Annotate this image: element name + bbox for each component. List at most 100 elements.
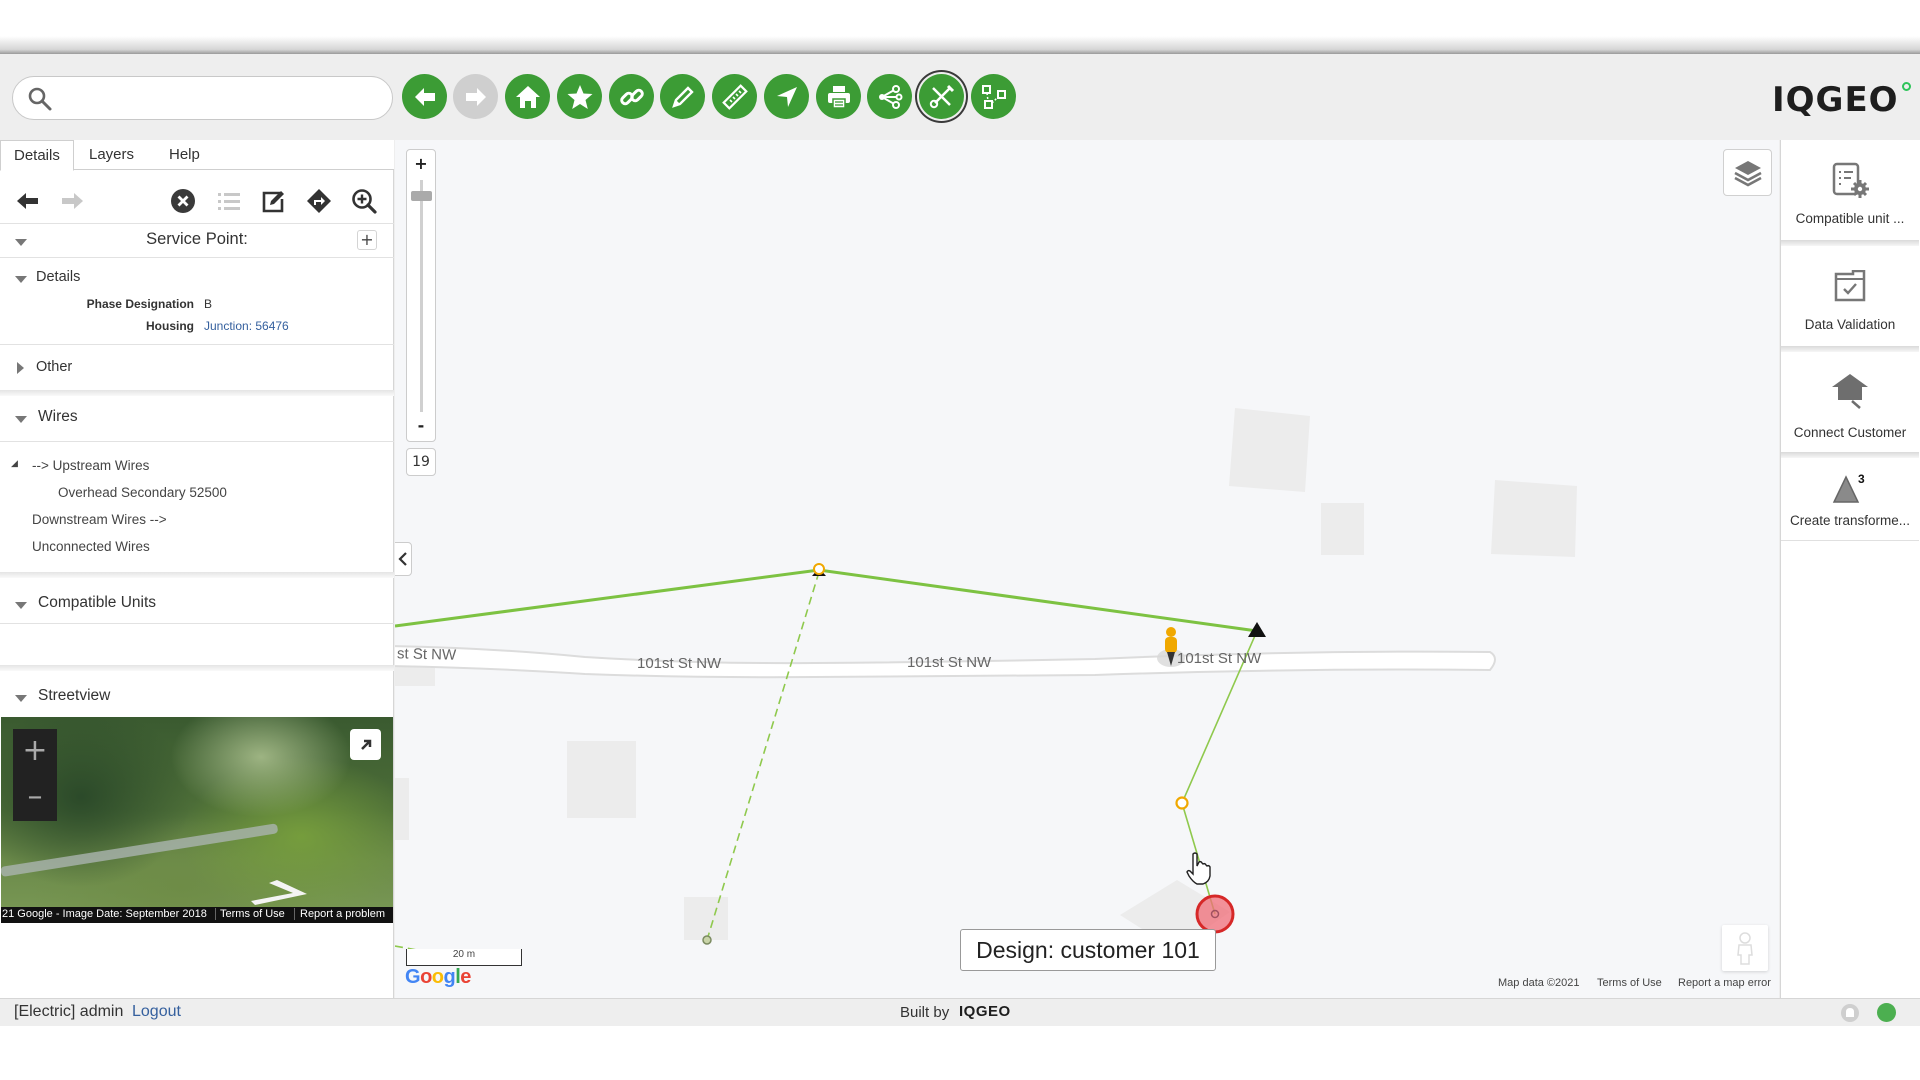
star-icon <box>567 84 592 109</box>
home-button[interactable] <box>505 74 550 119</box>
zoom-out-button[interactable]: - <box>407 412 435 440</box>
network-button[interactable] <box>971 74 1016 119</box>
upstream-wires-node[interactable]: --> Upstream Wires <box>32 458 149 473</box>
list-icon <box>218 193 240 210</box>
connect-customer-label: Connect Customer <box>1793 425 1907 440</box>
search-icon <box>28 87 52 111</box>
zoom-in-button[interactable]: + <box>407 150 435 178</box>
search-box[interactable] <box>12 76 393 120</box>
link-button[interactable] <box>609 74 654 119</box>
divider <box>0 441 394 442</box>
home-icon <box>515 85 540 108</box>
create-transformer-button[interactable]: 3 Create transforme... <box>1781 458 1919 540</box>
streetview-image[interactable]: + – Google 21 Google - Image Date: Septe… <box>1 717 393 923</box>
data-validation-button[interactable]: Data Validation <box>1781 246 1919 346</box>
streetview-terms-link[interactable]: Terms of Use <box>215 908 285 920</box>
chevron-left-icon <box>397 552 407 566</box>
collapse-panel-button[interactable] <box>395 542 412 576</box>
bookmarks-button[interactable] <box>557 74 602 119</box>
zoom-to-feature-button[interactable] <box>349 186 379 216</box>
directions-button[interactable] <box>304 186 334 216</box>
share-nodes-icon <box>878 84 902 109</box>
streetview-attribution-bar: 21 Google - Image Date: September 2018 T… <box>1 907 393 923</box>
compatible-units-label: Compatible Units <box>38 594 157 611</box>
streetview-zoom-in-button[interactable]: + <box>13 729 57 775</box>
printer-icon <box>827 85 850 109</box>
unconnected-wires-node[interactable]: Unconnected Wires <box>32 539 150 554</box>
streetview-navigation-arrow[interactable] <box>249 879 309 905</box>
forward-button[interactable] <box>453 74 498 119</box>
arrow-right-icon <box>465 87 486 106</box>
street-label: 101st St NW <box>907 654 992 671</box>
streetview-label: Streetview <box>38 687 111 704</box>
markup-button[interactable] <box>660 74 705 119</box>
add-button[interactable]: + <box>357 230 377 250</box>
compatible-unit-icon <box>1832 162 1869 198</box>
map-terms-link[interactable]: Terms of Use <box>1597 977 1662 989</box>
navigate-icon <box>776 86 797 107</box>
close-circle-icon <box>171 189 195 213</box>
housing-link[interactable]: Junction: 56476 <box>204 319 289 333</box>
logo-dot <box>1901 82 1911 91</box>
tab-help[interactable]: Help <box>156 140 213 171</box>
zoom-slider-handle[interactable] <box>411 191 432 202</box>
trace-button[interactable] <box>867 74 912 119</box>
streetview-report-link[interactable]: Report a problem <box>294 908 385 920</box>
directions-icon <box>307 189 331 213</box>
connect-customer-button[interactable]: Connect Customer <box>1781 352 1919 452</box>
building <box>1229 408 1310 492</box>
other-section-toggle-icon[interactable] <box>17 362 24 374</box>
overhead-wire[interactable] <box>395 568 1258 633</box>
wire-item[interactable]: Overhead Secondary 52500 <box>58 485 227 500</box>
user-info: [Electric] admin <box>14 1003 124 1020</box>
layers-button[interactable] <box>1723 149 1772 196</box>
edit-feature-button[interactable] <box>259 186 289 216</box>
layers-icon <box>1733 160 1762 186</box>
search-input[interactable] <box>59 83 379 113</box>
tab-layers[interactable]: Layers <box>76 140 147 171</box>
tools-panel: Compatible unit ... Data Validation Conn… <box>1780 140 1920 998</box>
downstream-wires-node[interactable]: Downstream Wires --> <box>32 512 167 527</box>
section-divider <box>0 572 394 578</box>
previous-feature-button[interactable] <box>13 186 43 216</box>
streetview-pegman-button[interactable] <box>1722 925 1768 971</box>
status-bar: [Electric] admin Logout Built by IQGEO <box>0 998 1920 1026</box>
notification-bell-icon[interactable] <box>1840 1003 1860 1023</box>
streetview-zoom-out-button[interactable]: – <box>13 775 57 821</box>
compatible-unit-button[interactable]: Compatible unit ... <box>1781 140 1919 240</box>
junction-icon[interactable] <box>1175 796 1189 810</box>
measure-button[interactable] <box>712 74 757 119</box>
compatible-unit-label: Compatible unit ... <box>1795 211 1905 226</box>
wires-section-toggle-icon[interactable] <box>15 416 27 423</box>
print-button[interactable] <box>816 74 861 119</box>
divider <box>0 223 394 224</box>
streetview-expand-button[interactable] <box>350 729 381 760</box>
streetview-toggle-icon[interactable] <box>15 695 27 702</box>
service-drop-wire[interactable] <box>706 571 820 941</box>
details-section-toggle-icon[interactable] <box>15 276 27 283</box>
built-by-text: Built by <box>900 1004 950 1021</box>
built-by-logo: IQGEO <box>959 1003 1011 1020</box>
map-data-attribution: Map data ©2021 <box>1498 977 1580 989</box>
list-view-button[interactable] <box>214 186 244 216</box>
connection-status-indicator <box>1877 1003 1896 1022</box>
logout-link[interactable]: Logout <box>132 1003 181 1021</box>
back-button[interactable] <box>402 74 447 119</box>
service-point-selected[interactable] <box>1195 894 1235 934</box>
tools-button[interactable] <box>919 74 964 119</box>
tree-expand-icon[interactable]: ◢ <box>11 458 18 469</box>
pole-icon[interactable] <box>813 563 825 575</box>
map-view[interactable]: st St NW 101st St NW 101st St NW 101st S… <box>395 140 1779 998</box>
locate-button[interactable] <box>764 74 809 119</box>
zoom-in-icon <box>352 189 377 214</box>
compatible-units-toggle-icon[interactable] <box>15 602 27 609</box>
connect-customer-icon <box>1832 374 1868 409</box>
report-map-error-link[interactable]: Report a map error <box>1678 977 1771 989</box>
clear-selection-button[interactable] <box>168 186 198 216</box>
tab-details[interactable]: Details <box>0 140 74 171</box>
zoom-slider-track[interactable] <box>420 180 423 412</box>
data-validation-label: Data Validation <box>1804 317 1896 332</box>
section-divider <box>0 665 394 671</box>
next-feature-button[interactable] <box>57 186 87 216</box>
wire-endpoint[interactable] <box>702 935 712 945</box>
